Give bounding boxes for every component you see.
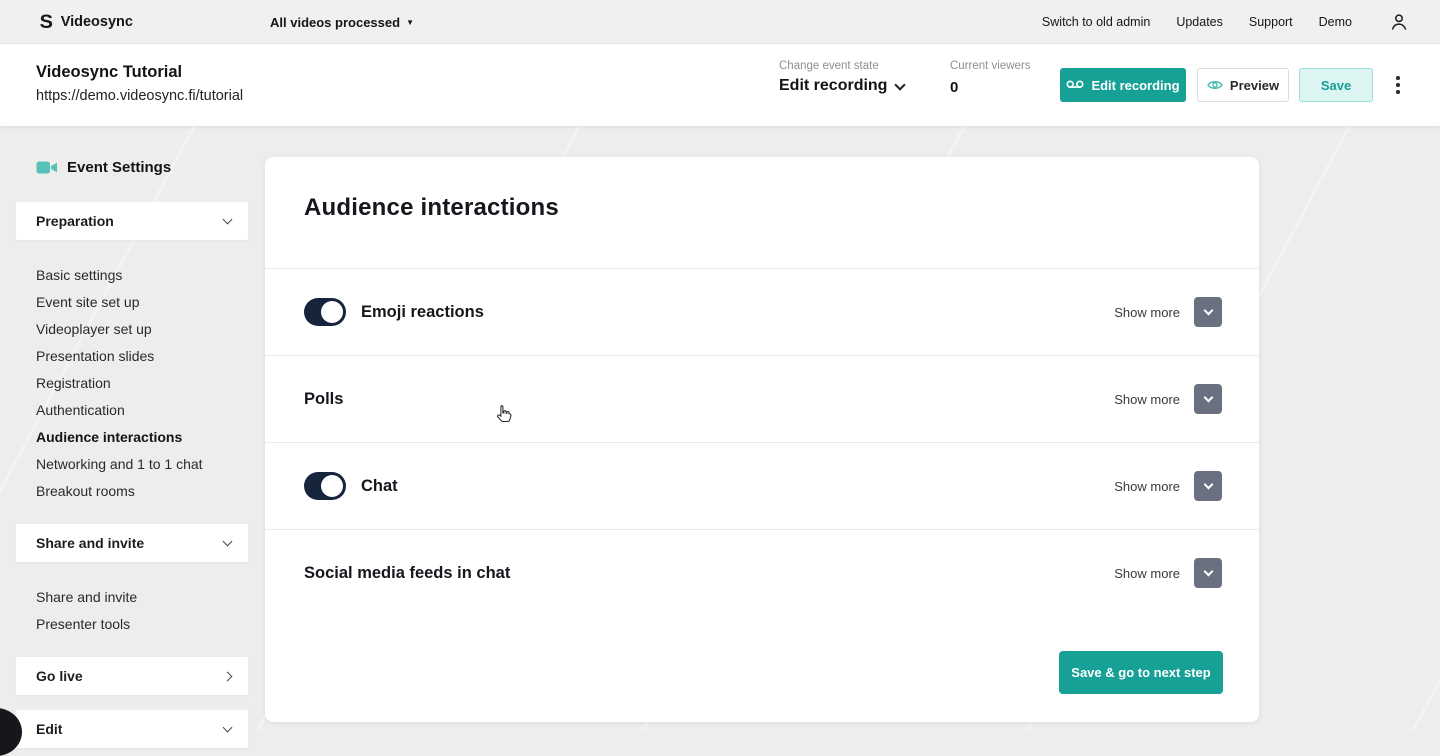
chevron-down-icon xyxy=(223,215,233,225)
event-url[interactable]: https://demo.videosync.fi/tutorial xyxy=(36,88,243,104)
chat-toggle[interactable] xyxy=(304,472,346,500)
expand-row-button[interactable] xyxy=(1194,558,1222,588)
save-button[interactable]: Save xyxy=(1299,68,1373,102)
videosync-logo-icon: S xyxy=(40,13,53,32)
row-label: Polls xyxy=(304,390,343,409)
more-options-kebab-menu[interactable] xyxy=(1390,74,1406,96)
videos-status-dropdown[interactable]: All videos processed ▼ xyxy=(270,0,414,44)
preparation-items: Basic settings Event site set up Videopl… xyxy=(36,262,248,505)
sidebar-item-authentication[interactable]: Authentication xyxy=(36,397,248,424)
expand-row-button[interactable] xyxy=(1194,471,1222,501)
preview-label: Preview xyxy=(1230,78,1279,93)
sidebar: Event Settings Preparation Basic setting… xyxy=(16,126,248,730)
sidebar-item-presenter-tools[interactable]: Presenter tools xyxy=(36,611,248,638)
row-social-media-feeds: Social media feeds in chat Show more xyxy=(265,529,1259,616)
sidebar-item-basic-settings[interactable]: Basic settings xyxy=(36,262,248,289)
sidebar-item-breakout-rooms[interactable]: Breakout rooms xyxy=(36,478,248,505)
event-title: Videosync Tutorial xyxy=(36,63,182,82)
show-more-link[interactable]: Show more xyxy=(1114,305,1180,320)
sidebar-item-event-site-setup[interactable]: Event site set up xyxy=(36,289,248,316)
current-viewers-label: Current viewers xyxy=(950,60,1031,72)
sidebar-item-networking-1to1-chat[interactable]: Networking and 1 to 1 chat xyxy=(36,451,248,478)
section-share-and-invite[interactable]: Share and invite xyxy=(16,524,248,562)
top-bar: S Videosync All videos processed ▼ Switc… xyxy=(0,0,1440,44)
user-account-icon[interactable] xyxy=(1389,12,1409,37)
chevron-right-icon xyxy=(223,671,233,681)
settings-rows: Emoji reactions Show more Polls Show mor… xyxy=(265,268,1259,616)
chevron-down-icon xyxy=(223,537,233,547)
edit-recording-label: Edit recording xyxy=(1091,78,1179,93)
event-state-select[interactable]: Edit recording xyxy=(779,77,904,95)
row-emoji-reactions: Emoji reactions Show more xyxy=(265,268,1259,355)
chevron-down-icon xyxy=(1203,306,1213,316)
row-label: Emoji reactions xyxy=(361,303,484,322)
chevron-down-icon xyxy=(1203,393,1213,403)
event-settings-header: Event Settings xyxy=(36,159,171,176)
chevron-down-icon xyxy=(895,79,906,90)
row-label: Social media feeds in chat xyxy=(304,564,510,583)
save-and-next-step-button[interactable]: Save & go to next step xyxy=(1059,651,1223,694)
sidebar-item-presentation-slides[interactable]: Presentation slides xyxy=(36,343,248,370)
event-state-block: Change event state Edit recording xyxy=(779,60,904,95)
eye-icon xyxy=(1207,79,1223,91)
show-more-link[interactable]: Show more xyxy=(1114,566,1180,581)
event-state-label: Change event state xyxy=(779,60,904,72)
event-state-value: Edit recording xyxy=(779,77,887,95)
current-viewers-block: Current viewers 0 xyxy=(950,60,1031,96)
sidebar-item-audience-interactions[interactable]: Audience interactions xyxy=(36,424,248,451)
current-viewers-count: 0 xyxy=(950,79,1031,96)
event-header: Videosync Tutorial https://demo.videosyn… xyxy=(0,44,1440,126)
chevron-down-icon xyxy=(223,723,233,733)
show-more-link[interactable]: Show more xyxy=(1114,479,1180,494)
preview-button[interactable]: Preview xyxy=(1197,68,1289,102)
audience-interactions-panel: Audience interactions Emoji reactions Sh… xyxy=(265,157,1259,722)
section-edit-label: Edit xyxy=(36,721,62,737)
section-preparation[interactable]: Preparation xyxy=(16,202,248,240)
chevron-down-icon xyxy=(1203,567,1213,577)
nav-updates[interactable]: Updates xyxy=(1176,15,1223,29)
nav-support[interactable]: Support xyxy=(1249,15,1293,29)
video-camera-icon xyxy=(36,160,58,175)
row-label: Chat xyxy=(361,477,398,496)
sidebar-item-videoplayer-setup[interactable]: Videoplayer set up xyxy=(36,316,248,343)
section-share-and-invite-label: Share and invite xyxy=(36,535,144,551)
sidebar-item-share-and-invite[interactable]: Share and invite xyxy=(36,584,248,611)
nav-demo[interactable]: Demo xyxy=(1319,15,1352,29)
section-edit[interactable]: Edit xyxy=(16,710,248,748)
emoji-reactions-toggle[interactable] xyxy=(304,298,346,326)
recording-icon xyxy=(1066,79,1084,91)
edit-recording-button[interactable]: Edit recording xyxy=(1060,68,1186,102)
caret-down-icon: ▼ xyxy=(406,19,414,27)
brand[interactable]: S Videosync xyxy=(40,0,133,44)
nav-switch-old-admin[interactable]: Switch to old admin xyxy=(1042,15,1150,29)
section-preparation-label: Preparation xyxy=(36,213,114,229)
section-go-live-label: Go live xyxy=(36,668,83,684)
share-items: Share and invite Presenter tools xyxy=(36,584,248,638)
section-go-live[interactable]: Go live xyxy=(16,657,248,695)
expand-row-button[interactable] xyxy=(1194,297,1222,327)
videos-status-label: All videos processed xyxy=(270,15,400,30)
row-polls: Polls Show more xyxy=(265,355,1259,442)
show-more-link[interactable]: Show more xyxy=(1114,392,1180,407)
top-nav: Switch to old admin Updates Support Demo xyxy=(1042,0,1352,44)
sidebar-item-registration[interactable]: Registration xyxy=(36,370,248,397)
brand-name: Videosync xyxy=(61,14,133,30)
chevron-down-icon xyxy=(1203,480,1213,490)
expand-row-button[interactable] xyxy=(1194,384,1222,414)
row-chat: Chat Show more xyxy=(265,442,1259,529)
sidebar-title: Event Settings xyxy=(67,159,171,176)
save-label: Save xyxy=(1321,78,1351,93)
page-title: Audience interactions xyxy=(304,194,559,222)
